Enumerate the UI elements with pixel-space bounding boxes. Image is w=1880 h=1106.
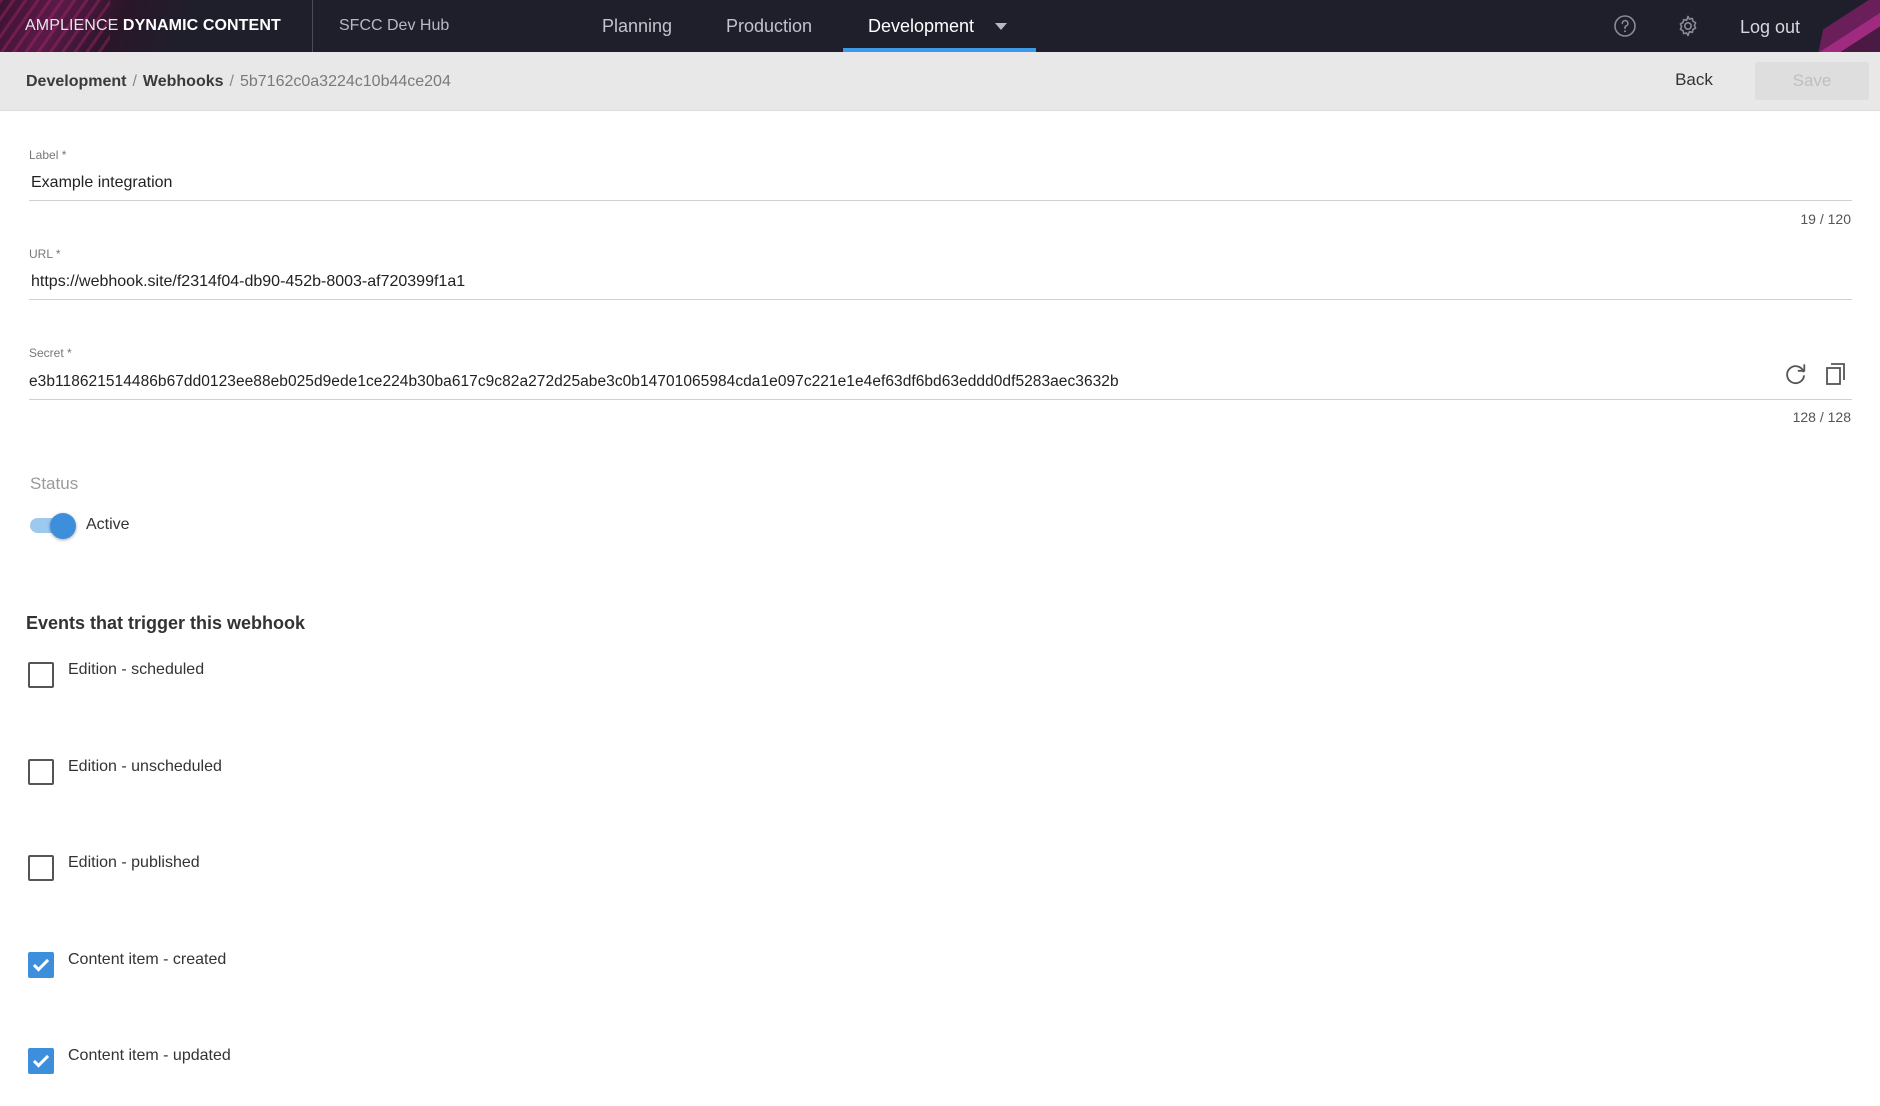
label-char-counter: 19 / 120 (1800, 211, 1851, 227)
status-toggle-label: Active (86, 516, 130, 533)
brand-divider (312, 0, 313, 52)
chevron-down-icon[interactable] (995, 23, 1007, 30)
nav-tab-development[interactable]: Development (843, 0, 1036, 52)
refresh-icon[interactable] (1782, 360, 1810, 388)
event-checkbox[interactable] (28, 952, 54, 978)
secret-field-caption: Secret * (29, 346, 72, 360)
logout-button[interactable]: Log out (1740, 0, 1800, 52)
nav-tab-production[interactable]: Production (726, 0, 812, 52)
brand-logo[interactable]: AMPLIENCE DYNAMIC CONTENT (0, 0, 312, 52)
breadcrumb-separator: / (229, 73, 234, 90)
top-navigation-bar: AMPLIENCE DYNAMIC CONTENT SFCC Dev Hub P… (0, 0, 1880, 52)
event-label: Edition - unscheduled (68, 758, 222, 775)
brand-title: AMPLIENCE DYNAMIC CONTENT (25, 17, 281, 34)
event-label: Edition - scheduled (68, 661, 205, 678)
event-checkbox[interactable] (28, 855, 54, 881)
event-label: Edition - published (68, 854, 200, 871)
breadcrumb-current-id: 5b7162c0a3224c10b44ce204 (239, 73, 451, 90)
event-label: Content item - created (68, 951, 227, 968)
back-button[interactable]: Back (1660, 60, 1728, 100)
status-caption: Status (30, 474, 79, 493)
status-toggle[interactable] (30, 513, 76, 539)
secret-field[interactable]: e3b118621514486b67dd0123ee88eb025d9ede1c… (29, 373, 1119, 391)
nav-tab-development-label: Development (868, 16, 975, 36)
url-field-underline (29, 299, 1852, 300)
secret-field-underline (29, 399, 1852, 400)
nav-tab-planning[interactable]: Planning (602, 0, 672, 52)
breadcrumb: Development / Webhooks / 5b7162c0a3224c10b44… (26, 52, 451, 111)
label-field-underline (29, 200, 1852, 201)
copy-icon[interactable] (1822, 360, 1850, 388)
checkmark-icon (32, 955, 50, 972)
help-icon[interactable] (1613, 14, 1637, 38)
event-checkbox[interactable] (28, 1048, 54, 1074)
secret-char-counter: 128 / 128 (1792, 409, 1851, 425)
brand-decoration (1810, 0, 1880, 52)
events-section-title: Events that trigger this webhook (26, 613, 306, 633)
url-field-caption: URL * (29, 247, 61, 261)
breadcrumb-item-development[interactable]: Development (26, 73, 126, 90)
checkmark-icon (32, 1051, 50, 1068)
label-field-caption: Label * (29, 148, 67, 162)
breadcrumb-bar: Development / Webhooks / 5b7162c0a3224c10b44… (0, 52, 1880, 111)
label-field[interactable]: Example integration (31, 174, 172, 192)
url-field[interactable]: https://webhook.site/f2314f04-db90-452b-… (31, 273, 465, 291)
save-button[interactable]: Save (1755, 62, 1869, 100)
gear-icon[interactable] (1676, 14, 1700, 38)
event-checkbox[interactable] (28, 759, 54, 785)
toggle-thumb (50, 513, 76, 539)
event-label: Content item - updated (68, 1047, 231, 1064)
breadcrumb-separator: / (132, 73, 137, 90)
hub-name[interactable]: SFCC Dev Hub (339, 17, 449, 35)
event-checkbox[interactable] (28, 662, 54, 688)
breadcrumb-item-webhooks[interactable]: Webhooks (143, 73, 224, 90)
